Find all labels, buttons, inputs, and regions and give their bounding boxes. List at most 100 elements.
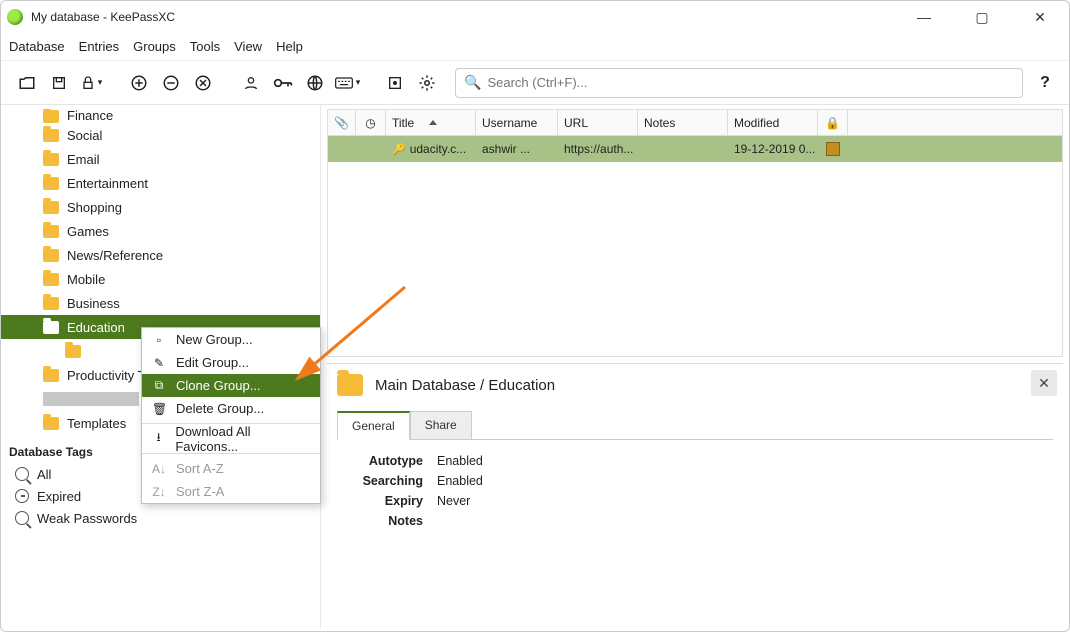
group-item[interactable]: Finance bbox=[1, 109, 320, 123]
group-properties: AutotypeEnabled SearchingEnabled ExpiryN… bbox=[337, 450, 491, 532]
add-entry-icon[interactable] bbox=[123, 67, 155, 99]
folder-icon bbox=[65, 345, 81, 358]
menu-new-group[interactable]: ▫New Group... bbox=[142, 328, 320, 351]
prop-label: Searching bbox=[339, 472, 429, 490]
download-icon: ⭳ bbox=[152, 428, 165, 449]
prop-value bbox=[431, 512, 489, 530]
group-item[interactable]: Entertainment bbox=[1, 171, 320, 195]
menubar: Database Entries Groups Tools View Help bbox=[1, 33, 1069, 61]
group-item[interactable]: Mobile bbox=[1, 267, 320, 291]
menu-help[interactable]: Help bbox=[276, 39, 303, 54]
app-icon bbox=[7, 9, 23, 25]
col-lock-icon[interactable]: 🔒 bbox=[818, 110, 848, 135]
close-panel-button[interactable]: ✕ bbox=[1031, 370, 1057, 396]
group-context-menu: ▫New Group... ✎Edit Group... ⧉Clone Grou… bbox=[141, 327, 321, 504]
copy-url-icon[interactable] bbox=[299, 67, 331, 99]
save-db-icon[interactable] bbox=[43, 67, 75, 99]
col-title[interactable]: Title bbox=[386, 110, 476, 135]
menu-entries[interactable]: Entries bbox=[79, 39, 119, 54]
folder-icon bbox=[43, 249, 59, 262]
group-item[interactable]: Business bbox=[1, 291, 320, 315]
col-url[interactable]: URL bbox=[558, 110, 638, 135]
edit-entry-icon[interactable] bbox=[155, 67, 187, 99]
group-item[interactable]: Shopping bbox=[1, 195, 320, 219]
copy-password-icon[interactable] bbox=[267, 67, 299, 99]
prop-value: Enabled bbox=[431, 452, 489, 470]
sort-az-icon: A↓ bbox=[152, 462, 166, 476]
new-group-icon: ▫ bbox=[152, 333, 166, 347]
clock-icon bbox=[15, 489, 29, 503]
menu-groups[interactable]: Groups bbox=[133, 39, 176, 54]
edit-icon: ✎ bbox=[152, 356, 166, 370]
maximize-button[interactable]: ▢ bbox=[967, 9, 997, 26]
menu-tools[interactable]: Tools bbox=[190, 39, 220, 54]
folder-icon bbox=[43, 110, 59, 123]
entry-table: 📎 ◷ Title Username URL Notes Modified 🔒 … bbox=[327, 109, 1063, 357]
tab-share[interactable]: Share bbox=[410, 411, 472, 440]
trash-icon: 🗑 bbox=[152, 402, 166, 416]
settings-icon[interactable] bbox=[411, 67, 443, 99]
folder-icon bbox=[337, 374, 363, 396]
col-modified[interactable]: Modified bbox=[728, 110, 818, 135]
breadcrumb: Main Database / Education bbox=[375, 377, 555, 394]
table-row[interactable]: 🔑udacity.c... ashwir ... https://auth...… bbox=[328, 136, 1062, 162]
prop-value: Enabled bbox=[431, 472, 489, 490]
col-expiry-icon[interactable]: ◷ bbox=[356, 110, 386, 135]
minimize-button[interactable]: — bbox=[909, 9, 939, 26]
tag-weak[interactable]: Weak Passwords bbox=[1, 507, 320, 529]
col-notes[interactable]: Notes bbox=[638, 110, 728, 135]
menu-edit-group[interactable]: ✎Edit Group... bbox=[142, 351, 320, 374]
folder-icon bbox=[43, 225, 59, 238]
details-tabs: General Share bbox=[337, 410, 1053, 440]
magnify-icon bbox=[15, 511, 29, 525]
group-item[interactable]: Games bbox=[1, 219, 320, 243]
col-attachment-icon[interactable]: 📎 bbox=[328, 110, 356, 135]
tab-general[interactable]: General bbox=[337, 411, 410, 440]
search-box[interactable]: 🔍 bbox=[455, 68, 1023, 98]
toolbar: ▾ ▾ 🔍 ? bbox=[1, 61, 1069, 105]
copy-user-icon[interactable] bbox=[235, 67, 267, 99]
group-item[interactable]: Social bbox=[1, 123, 320, 147]
group-item[interactable]: Email bbox=[1, 147, 320, 171]
prop-label: Autotype bbox=[339, 452, 429, 470]
menu-delete-group[interactable]: 🗑Delete Group... bbox=[142, 397, 320, 420]
folder-icon bbox=[43, 177, 59, 190]
lock-db-icon[interactable]: ▾ bbox=[75, 67, 107, 99]
menu-clone-group[interactable]: ⧉Clone Group... bbox=[142, 374, 320, 397]
group-item[interactable]: News/Reference bbox=[1, 243, 320, 267]
sort-za-icon: Z↓ bbox=[152, 485, 166, 499]
key-icon: 🔑 bbox=[392, 143, 406, 156]
folder-open-icon bbox=[43, 321, 59, 334]
close-button[interactable]: ✕ bbox=[1025, 9, 1055, 26]
password-gen-icon[interactable] bbox=[379, 67, 411, 99]
menu-database[interactable]: Database bbox=[9, 39, 65, 54]
col-username[interactable]: Username bbox=[476, 110, 558, 135]
search-icon: 🔍 bbox=[464, 74, 481, 91]
table-header: 📎 ◷ Title Username URL Notes Modified 🔒 bbox=[328, 110, 1062, 136]
color-swatch bbox=[826, 142, 840, 156]
search-input[interactable] bbox=[487, 75, 1014, 90]
prop-value: Never bbox=[431, 492, 489, 510]
folder-icon bbox=[43, 297, 59, 310]
folder-icon bbox=[43, 417, 59, 430]
open-db-icon[interactable] bbox=[11, 67, 43, 99]
clone-icon: ⧉ bbox=[152, 378, 166, 393]
delete-entry-icon[interactable] bbox=[187, 67, 219, 99]
titlebar: My database - KeePassXC — ▢ ✕ bbox=[1, 1, 1069, 33]
prop-label: Expiry bbox=[339, 492, 429, 510]
group-details-panel: ✕ Main Database / Education General Shar… bbox=[327, 363, 1063, 622]
help-icon[interactable]: ? bbox=[1031, 74, 1059, 92]
magnify-icon bbox=[15, 467, 29, 481]
window-title: My database - KeePassXC bbox=[31, 10, 175, 24]
keyboard-icon[interactable]: ▾ bbox=[331, 67, 363, 99]
menu-sort-az: A↓Sort A-Z bbox=[142, 457, 320, 480]
menu-view[interactable]: View bbox=[234, 39, 262, 54]
main-area: 📎 ◷ Title Username URL Notes Modified 🔒 … bbox=[321, 105, 1069, 628]
menu-sort-za: Z↓Sort Z-A bbox=[142, 480, 320, 503]
folder-icon bbox=[43, 129, 59, 142]
folder-icon bbox=[43, 273, 59, 286]
folder-icon bbox=[43, 201, 59, 214]
prop-label: Notes bbox=[339, 512, 429, 530]
menu-download-favicons[interactable]: ⭳Download All Favicons... bbox=[142, 427, 320, 450]
folder-icon bbox=[43, 369, 59, 382]
